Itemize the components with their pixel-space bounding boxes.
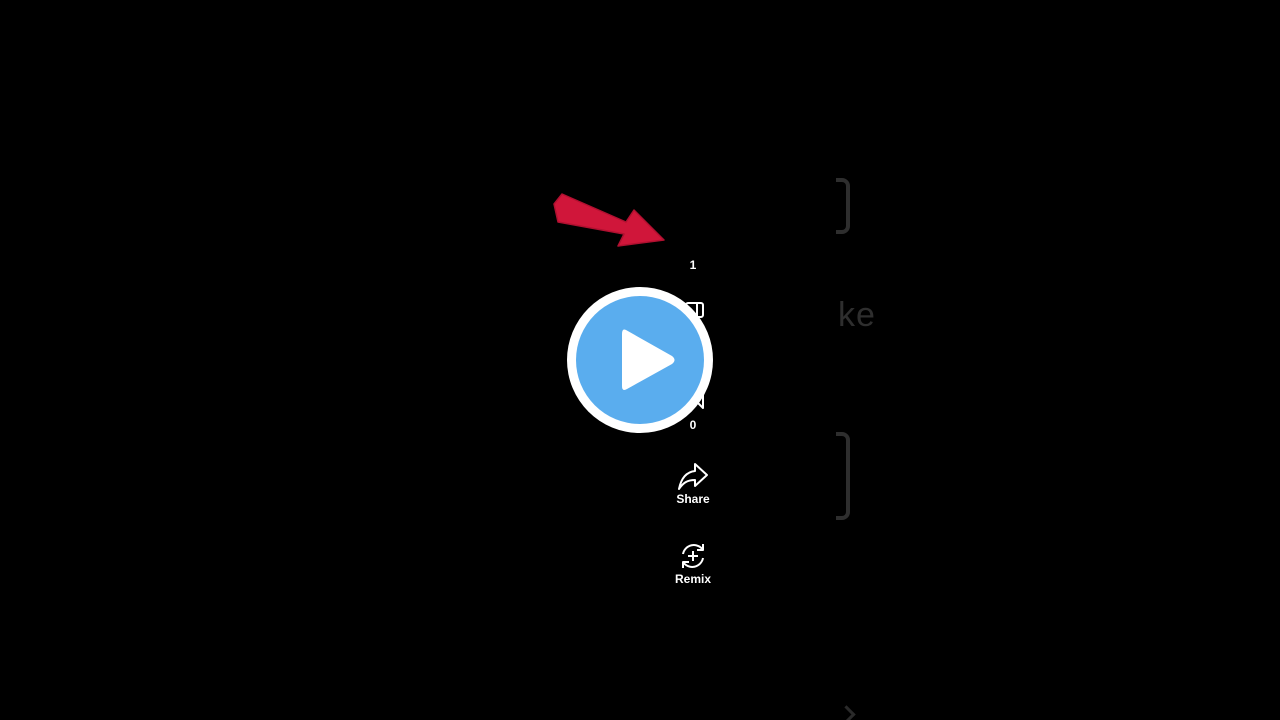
- remix-button[interactable]: Remix: [663, 540, 723, 586]
- play-button[interactable]: [567, 287, 713, 433]
- background-chevron-icon: [837, 705, 856, 720]
- background-bracket-middle: [836, 432, 850, 520]
- remix-label: Remix: [674, 572, 712, 586]
- background-faded-text: ke: [838, 296, 876, 334]
- share-arrow-icon: [678, 463, 708, 490]
- play-icon: [622, 329, 675, 390]
- like-count-label: 1: [689, 258, 697, 272]
- play-button-fill: [576, 296, 704, 424]
- remix-icon: [682, 544, 704, 568]
- background-bracket-top: [836, 178, 850, 234]
- video-stage: ke 1 0 Share Remix: [0, 0, 1280, 720]
- like-count: 1: [663, 258, 723, 272]
- share-label: Share: [676, 492, 710, 506]
- red-arrow-icon: [553, 193, 665, 247]
- share-button[interactable]: Share: [663, 460, 723, 506]
